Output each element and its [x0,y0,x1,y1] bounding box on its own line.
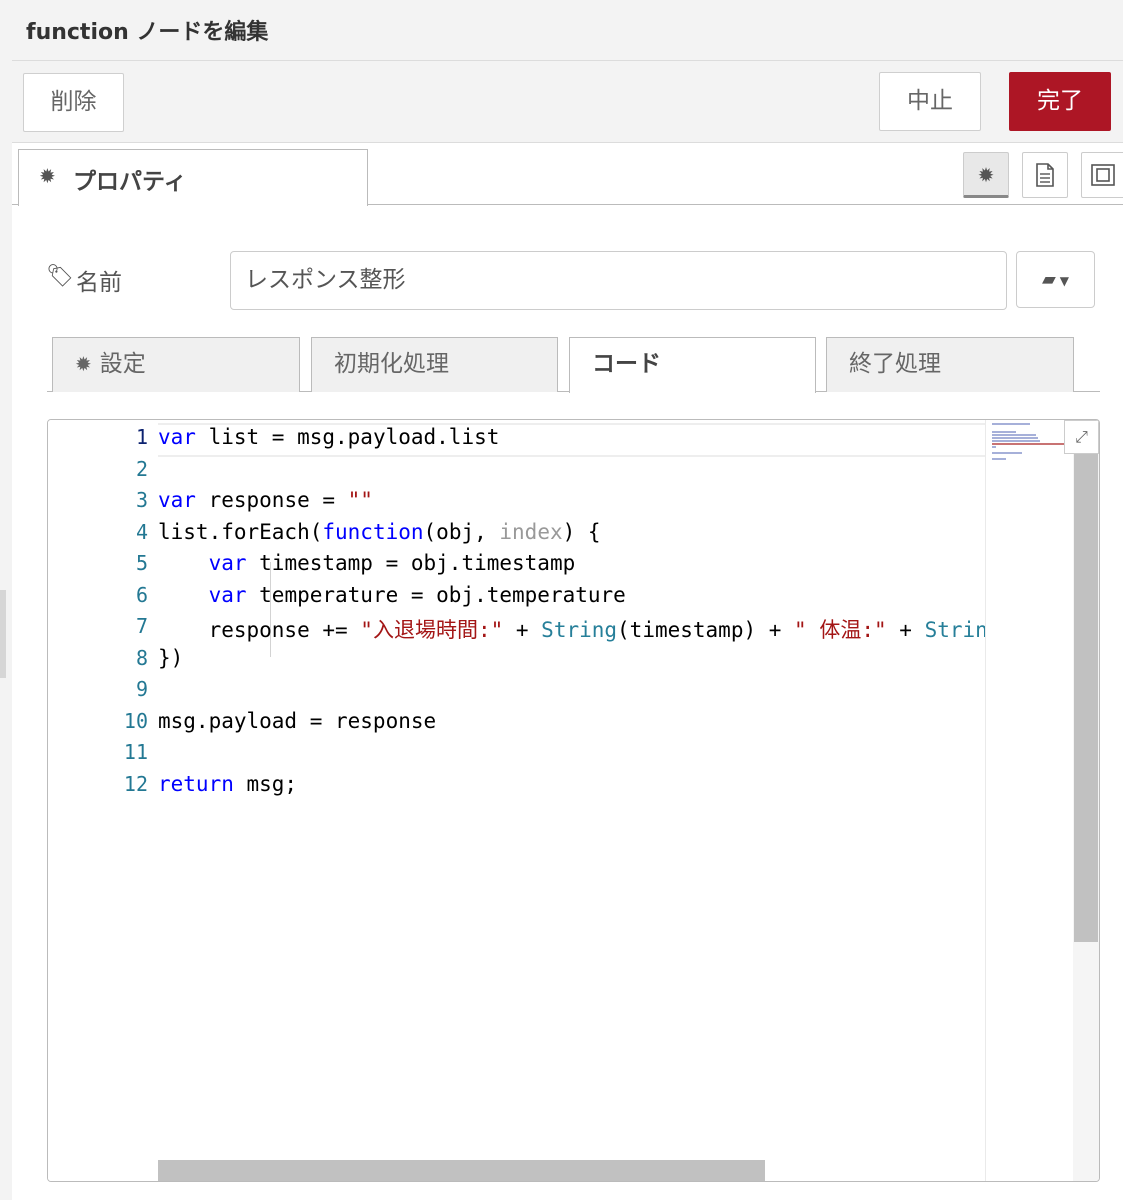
document-icon [1036,163,1054,187]
subtab-initialize[interactable]: 初期化処理 [311,337,558,392]
code-line: list.forEach(function(obj, index) { [158,520,601,544]
horizontal-scrollbar-thumb[interactable] [158,1160,765,1181]
chevron-down-icon: ▼ [1059,274,1070,288]
code-line: msg.payload = response [158,709,437,733]
minimap-line [992,431,1016,433]
code-line: response += "入退場時間:" + String(timestamp)… [158,618,985,642]
expand-icon: ⤢ [1075,427,1088,446]
line-number: 4 [135,520,148,544]
code-line: }) [158,646,184,670]
gear-icon: ✹ [39,164,56,188]
subtab-settings[interactable]: ✹ 設定 [52,337,300,392]
subtab-code[interactable]: コード [569,337,816,393]
tab-description-icon[interactable] [1022,152,1068,198]
line-number: 8 [135,646,148,670]
line-number: 1 [135,425,148,449]
minimap-line [992,434,1036,436]
code-text-area[interactable]: var list = msg.payload.list ​ var respon… [158,420,985,1181]
minimap-line [992,440,1040,442]
line-number: 12 [123,772,148,796]
tag-icon: 🏷︎ [46,264,74,289]
subtab-settings-label: 設定 [99,351,146,377]
code-line: var list = msg.payload.list [158,425,500,449]
code-editor[interactable]: 1 2 3 4 5 6 7 8 9 10 11 12 var list = ms… [47,419,1100,1182]
layout-icon [1091,164,1115,186]
gear-icon: ✹ [75,352,92,376]
minimap-line [992,443,1066,445]
name-input[interactable]: レスポンス整形 [230,251,1007,310]
line-number-gutter: 1 2 3 4 5 6 7 8 9 10 11 12 [48,420,148,1181]
code-line: var temperature = obj.temperature [208,583,626,607]
line-number: 3 [135,488,148,512]
code-line: return msg; [158,772,298,796]
code-minimap[interactable] [985,420,1074,1181]
code-line: var timestamp = obj.timestamp [208,551,576,575]
gear-icon: ✹ [977,163,995,187]
library-button[interactable]: ▰ ▼ [1016,251,1095,308]
name-label: 名前 [76,270,122,296]
minimap-line [992,446,996,448]
subtab-finalize[interactable]: 終了処理 [826,337,1074,392]
line-number: 10 [123,709,148,733]
line-number: 6 [135,583,148,607]
expand-editor-button[interactable]: ⤢ [1064,420,1099,454]
code-line: var response = "" [158,488,373,512]
tray-title: function ノードを編集 [26,20,269,45]
minimap-line [992,458,1006,460]
line-number: 11 [123,740,148,764]
minimap-line [992,437,1038,439]
tab-properties-label: プロパティ [73,169,187,195]
done-button[interactable]: 完了 [1009,72,1111,131]
tab-properties[interactable]: ✹ プロパティ [18,149,368,206]
tray-header: function ノードを編集 [12,0,1123,61]
tab-appearance-icon[interactable] [1081,152,1123,198]
tab-settings-icon[interactable]: ✹ [963,152,1009,198]
line-number: 5 [135,551,148,575]
minimap-line [992,423,1030,425]
cancel-button[interactable]: 中止 [879,72,981,131]
line-number: 9 [135,677,148,701]
resize-handle[interactable] [0,590,6,678]
line-number: 2 [135,457,148,481]
line-number: 7 [135,614,148,638]
delete-button[interactable]: 削除 [23,73,124,132]
book-icon: ▰ [1041,269,1056,290]
subtab-code-label: コード [592,351,661,377]
minimap-line [992,452,1022,454]
subtab-finalize-label: 終了処理 [849,351,941,377]
subtab-initialize-label: 初期化処理 [334,351,449,377]
vertical-scrollbar-thumb[interactable] [1074,454,1098,942]
